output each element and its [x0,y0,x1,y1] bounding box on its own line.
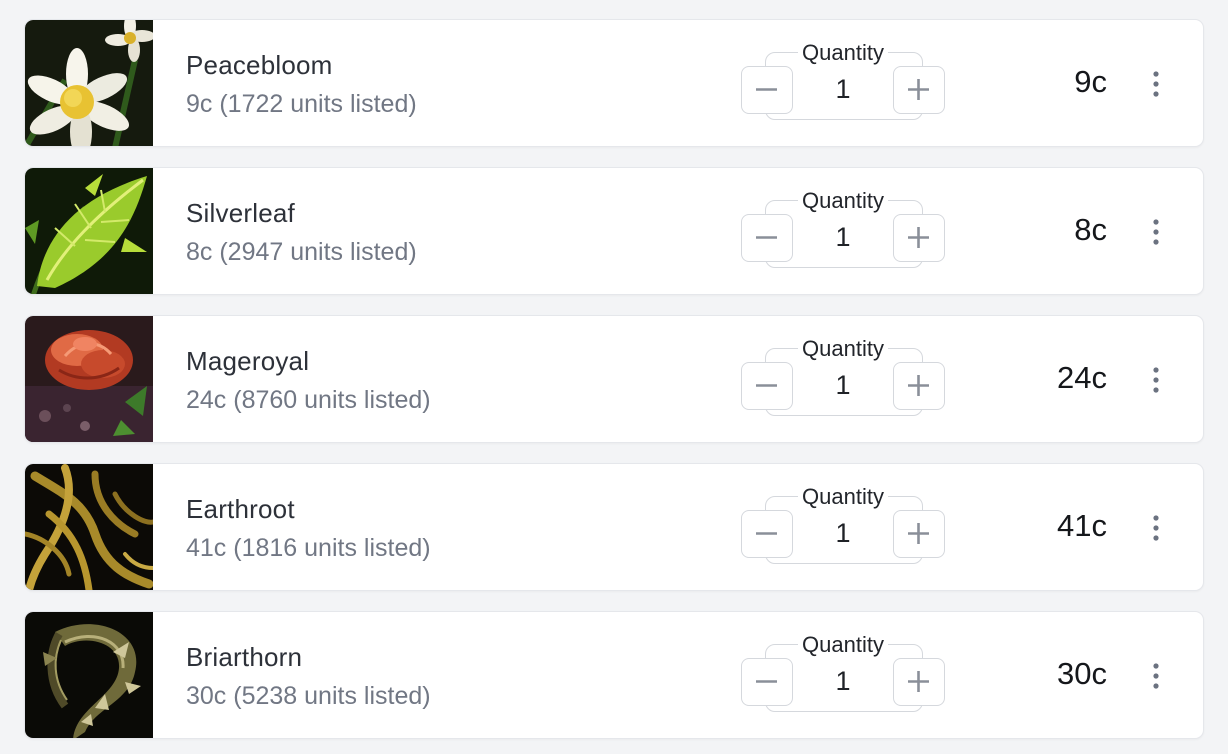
minus-icon [756,680,777,683]
increment-button[interactable] [893,510,945,558]
item-price: 41c [1057,508,1107,543]
item-listing: 8c (2947 units listed) [186,238,417,266]
item-price: 24c [1057,360,1107,395]
quantity-label: Quantity [798,484,888,509]
more-options-button[interactable] [1141,360,1171,400]
list-item: Briarthorn 30c (5238 units listed) Quant… [24,611,1204,739]
minus-icon [756,88,777,91]
item-listing: 41c (1816 units listed) [186,534,431,562]
item-price: 8c [1074,212,1107,247]
more-options-button[interactable] [1141,64,1171,104]
item-listing: 30c (5238 units listed) [186,682,431,710]
plus-icon [908,375,929,396]
vertical-ellipsis-icon [1153,515,1159,541]
peacebloom-icon [25,20,153,146]
list-item: Mageroyal 24c (8760 units listed) Quanti… [24,315,1204,443]
minus-icon [756,532,777,535]
more-options-button[interactable] [1141,508,1171,548]
increment-button[interactable] [893,362,945,410]
silverleaf-icon [25,168,153,294]
quantity-stepper: Quantity 1 [741,482,945,572]
increment-button[interactable] [893,214,945,262]
list-item: Earthroot 41c (1816 units listed) Quanti… [24,463,1204,591]
decrement-button[interactable] [741,214,793,262]
decrement-button[interactable] [741,362,793,410]
item-name: Earthroot [186,494,295,524]
item-name: Silverleaf [186,198,295,228]
minus-icon [756,384,777,387]
item-price: 30c [1057,656,1107,691]
quantity-input[interactable]: 1 [817,370,869,401]
item-price: 9c [1074,64,1107,99]
vertical-ellipsis-icon [1153,71,1159,97]
plus-icon [908,227,929,248]
vertical-ellipsis-icon [1153,663,1159,689]
mageroyal-icon [25,316,153,442]
plus-icon [908,671,929,692]
increment-button[interactable] [893,66,945,114]
plus-icon [908,79,929,100]
herb-list: Peacebloom 9c (1722 units listed) Quanti… [0,0,1228,754]
list-item: Silverleaf 8c (2947 units listed) Quanti… [24,167,1204,295]
item-listing: 9c (1722 units listed) [186,90,417,118]
quantity-label: Quantity [798,188,888,213]
item-listing: 24c (8760 units listed) [186,386,431,414]
quantity-input[interactable]: 1 [817,666,869,697]
quantity-stepper: Quantity 1 [741,630,945,720]
item-name: Peacebloom [186,50,333,80]
vertical-ellipsis-icon [1153,219,1159,245]
list-item: Peacebloom 9c (1722 units listed) Quanti… [24,19,1204,147]
quantity-input[interactable]: 1 [817,74,869,105]
quantity-label: Quantity [798,336,888,361]
minus-icon [756,236,777,239]
plus-icon [908,523,929,544]
item-name: Mageroyal [186,346,310,376]
quantity-stepper: Quantity 1 [741,186,945,276]
item-name: Briarthorn [186,642,303,672]
briarthorn-icon [25,612,153,738]
quantity-label: Quantity [798,40,888,65]
decrement-button[interactable] [741,658,793,706]
vertical-ellipsis-icon [1153,367,1159,393]
increment-button[interactable] [893,658,945,706]
decrement-button[interactable] [741,510,793,558]
more-options-button[interactable] [1141,656,1171,696]
earthroot-icon [25,464,153,590]
quantity-input[interactable]: 1 [817,222,869,253]
quantity-stepper: Quantity 1 [741,38,945,128]
more-options-button[interactable] [1141,212,1171,252]
decrement-button[interactable] [741,66,793,114]
quantity-stepper: Quantity 1 [741,334,945,424]
quantity-label: Quantity [798,632,888,657]
quantity-input[interactable]: 1 [817,518,869,549]
